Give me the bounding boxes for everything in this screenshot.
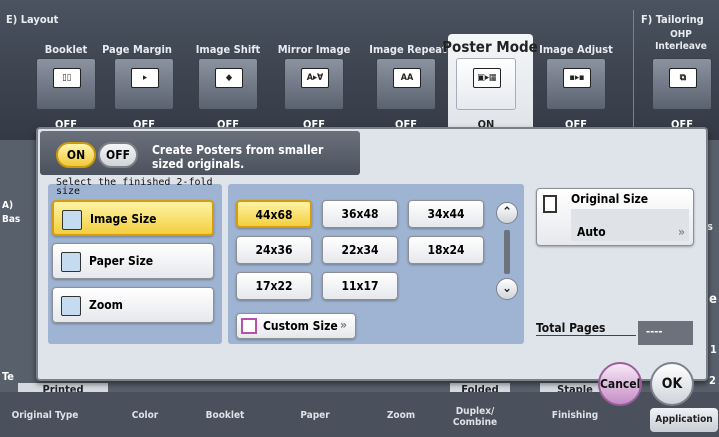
image-adjust-button[interactable]: ▪▸▪ OFF [546,58,606,131]
size-17x22[interactable]: 17x22 [236,272,312,300]
custom-size-label: Custom Size [263,319,338,333]
tab-original-type[interactable]: Original Type [0,410,90,421]
tab-duplex-combine[interactable]: Duplex/ Combine [440,406,510,428]
chevron-right-icon: » [678,225,685,239]
size-11x17[interactable]: 11x17 [322,272,398,300]
booklet-icon: ▯▯ [53,68,81,88]
zoom-button[interactable]: Zoom [52,287,214,323]
finished-size-label: Select the finished 2-fold size [56,177,213,197]
bg-label-te: Te [2,370,15,383]
off-toggle[interactable]: OFF [98,142,138,168]
scroll-down-icon[interactable]: ⌄ [496,278,518,300]
paper-size-button[interactable]: Paper Size [52,243,214,279]
ok-button[interactable]: OK [650,362,694,406]
ohp-interleave-icon: ⧉ [669,68,697,88]
on-toggle[interactable]: ON [56,142,96,168]
zoom-icon [61,296,81,316]
poster-mode-icon: ▣▸▦ [473,68,501,88]
function-label-image-shift: Image Shift [195,43,261,56]
custom-size-icon [241,318,257,334]
size-34x44[interactable]: 34x44 [408,200,484,228]
size-18x24[interactable]: 18x24 [408,236,484,264]
image-size-button[interactable]: Image Size [52,200,214,236]
tab-zoom[interactable]: Zoom [356,410,446,421]
mirror-image-icon: A▸∀ [301,68,329,88]
image-size-label: Image Size [90,212,157,226]
size-22x34[interactable]: 22x34 [322,236,398,264]
function-label-ohp-interleave: OHP Interleave [655,29,707,52]
function-label-mirror-image: Mirror Image [277,43,351,56]
custom-size-button[interactable]: Custom Size » [236,313,356,339]
document-icon [543,195,557,213]
bg-label-e: e [709,292,717,307]
image-size-icon [62,210,82,230]
function-bar [0,0,719,140]
cancel-button[interactable]: Cancel [598,362,642,406]
original-size-label: Original Size [571,192,649,206]
original-size-button[interactable]: Original Size Auto » [536,188,694,246]
mirror-image-button[interactable]: A▸∀ OFF [284,58,344,131]
original-size-value: Auto [577,225,606,239]
zoom-label: Zoom [89,298,123,312]
image-shift-button[interactable]: ◆ OFF [198,58,258,131]
size-44x68[interactable]: 44x68 [236,200,312,228]
page-margin-icon: ▸ [131,68,159,88]
function-label-image-adjust: Image Adjust [539,43,613,56]
function-label-page-margin: Page Margin [102,43,172,56]
image-shift-icon: ◆ [215,68,243,88]
tab-application[interactable]: Application [650,408,718,432]
paper-size-icon [61,252,81,272]
section-tailoring-header: F) Tailoring [641,13,704,26]
section-divider [633,10,634,140]
bg-label-a: A) [2,200,14,211]
bg-label-one: 1 [710,343,717,356]
chevron-right-icon: » [340,318,347,332]
scrollbar-track[interactable] [504,230,510,274]
booklet-button[interactable]: ▯▯ OFF [36,58,96,131]
section-layout-header: E) Layout [6,13,59,26]
image-adjust-icon: ▪▸▪ [563,68,591,88]
poster-mode-button[interactable]: ▣▸▦ ON [456,58,516,131]
ohp-interleave-button[interactable]: ⧉ OFF [652,58,712,131]
function-label-booklet: Booklet [44,43,88,56]
bg-label-two: 2 [709,374,716,387]
image-repeat-icon: AA [393,68,421,88]
tab-color[interactable]: Color [100,410,190,421]
tab-finishing[interactable]: Finishing [530,410,620,421]
total-pages-value: ---- [638,321,693,345]
dialog-description: Create Posters from smaller sized origin… [152,143,324,171]
function-label-image-repeat: Image Repeat [369,43,447,56]
size-36x48[interactable]: 36x48 [322,200,398,228]
bg-label-bas: Bas [2,214,21,225]
page-margin-button[interactable]: ▸ OFF [114,58,174,131]
image-repeat-button[interactable]: AA OFF [376,58,436,131]
paper-size-label: Paper Size [89,254,154,268]
tab-paper[interactable]: Paper [270,410,360,421]
tab-booklet[interactable]: Booklet [180,410,270,421]
total-pages-label: Total Pages [536,321,636,336]
scroll-up-icon[interactable]: ⌃ [496,202,518,224]
function-label-poster-mode: Poster Mode [442,38,538,56]
size-24x36[interactable]: 24x36 [236,236,312,264]
